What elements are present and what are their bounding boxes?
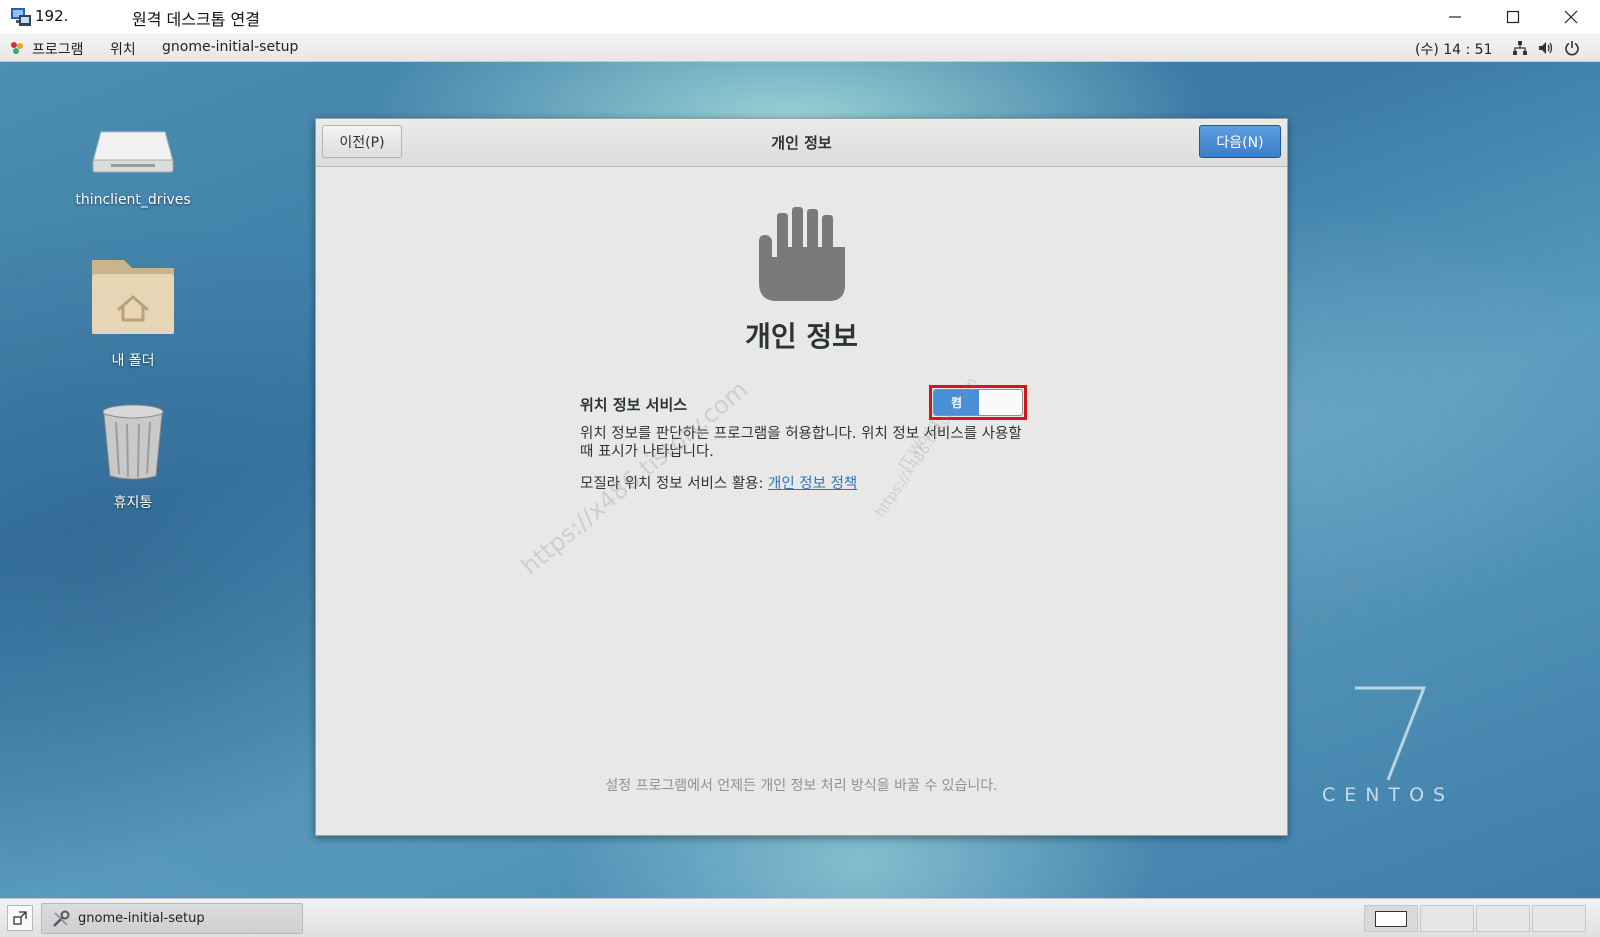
close-button[interactable]	[1542, 0, 1600, 34]
minimize-button[interactable]	[1426, 0, 1484, 34]
rdp-window-title: 원격 데스크톱 연결	[132, 10, 260, 29]
workspace-1[interactable]	[1364, 905, 1418, 932]
desktop-icon-home-folder[interactable]: 내 폴더	[63, 252, 203, 370]
gnome-top-panel: 프로그램 위치 gnome-initial-setup (수) 14 : 51	[0, 34, 1600, 62]
remote-desktop-icon	[11, 8, 31, 26]
taskbar-window-button[interactable]: gnome-initial-setup	[41, 903, 303, 934]
workspace-3[interactable]	[1476, 905, 1530, 932]
workspace-2[interactable]	[1420, 905, 1474, 932]
active-app-menu[interactable]: gnome-initial-setup	[162, 39, 298, 55]
maximize-button[interactable]	[1484, 0, 1542, 34]
power-icon[interactable]	[1564, 40, 1580, 56]
applications-menu-icon	[11, 42, 23, 54]
home-folder-icon	[92, 260, 174, 334]
show-desktop-button[interactable]	[7, 905, 33, 931]
minimize-icon	[1449, 16, 1461, 18]
rdp-title-bar: 192. 원격 데스크톱 연결	[0, 0, 1600, 34]
dialog-title: 개인 정보	[771, 134, 832, 152]
location-services-toggle[interactable]: 켬	[933, 389, 1023, 416]
next-button[interactable]: 다음(N)	[1199, 125, 1281, 158]
close-icon	[1564, 10, 1578, 24]
mozilla-location-line: 모질라 위치 정보 서비스 활용: 개인 정보 정책	[580, 472, 857, 493]
desktop-icon-label: 내 폴더	[111, 353, 155, 369]
taskbar-window-label: gnome-initial-setup	[78, 911, 205, 926]
drive-icon	[92, 131, 174, 173]
clock[interactable]: (수) 14 : 51	[1415, 39, 1493, 59]
toggle-on-label: 켬	[934, 390, 979, 415]
desktop-icon-thinclient-drives[interactable]: thinclient_drives	[63, 112, 203, 208]
desktop-icon-label: 휴지통	[113, 495, 153, 511]
trash-icon	[102, 404, 164, 480]
rdp-host-ip: 192.	[35, 7, 69, 25]
initial-setup-dialog: 이전(P) 개인 정보 다음(N) 개인 정보 위치 정보 서비스 켬 위치 정…	[315, 118, 1288, 836]
dialog-footer-note: 설정 프로그램에서 언제든 개인 정보 처리 방식을 바꿀 수 있습니다.	[605, 778, 998, 794]
desktop-icon-label: thinclient_drives	[75, 192, 191, 208]
places-menu[interactable]: 위치	[110, 39, 136, 59]
centos-7-logo	[1355, 686, 1427, 781]
location-services-description: 위치 정보를 판단하는 프로그램을 허용합니다. 위치 정보 서비스를 사용할 …	[580, 426, 1022, 460]
mozilla-location-prefix: 모질라 위치 정보 서비스 활용:	[580, 476, 769, 492]
maximize-icon	[1506, 10, 1520, 24]
volume-icon[interactable]	[1538, 40, 1554, 56]
workspace-4[interactable]	[1532, 905, 1586, 932]
system-tray[interactable]	[1512, 40, 1580, 56]
page-heading: 개인 정보	[745, 320, 858, 353]
dialog-header: 이전(P) 개인 정보 다음(N)	[316, 119, 1287, 167]
workspace-window-thumbnail	[1375, 911, 1407, 927]
location-services-label: 위치 정보 서비스	[580, 396, 688, 414]
network-icon[interactable]	[1512, 40, 1528, 56]
applications-menu[interactable]: 프로그램	[32, 39, 84, 59]
privacy-hand-icon	[759, 207, 845, 301]
privacy-policy-link[interactable]: 개인 정보 정책	[768, 476, 857, 492]
desktop-icon-trash[interactable]: 휴지통	[63, 402, 203, 512]
bottom-taskbar: gnome-initial-setup	[0, 898, 1600, 937]
setup-tools-icon	[53, 910, 70, 927]
show-desktop-icon	[13, 911, 27, 925]
centos-wordmark: CENTOS	[1322, 784, 1455, 806]
